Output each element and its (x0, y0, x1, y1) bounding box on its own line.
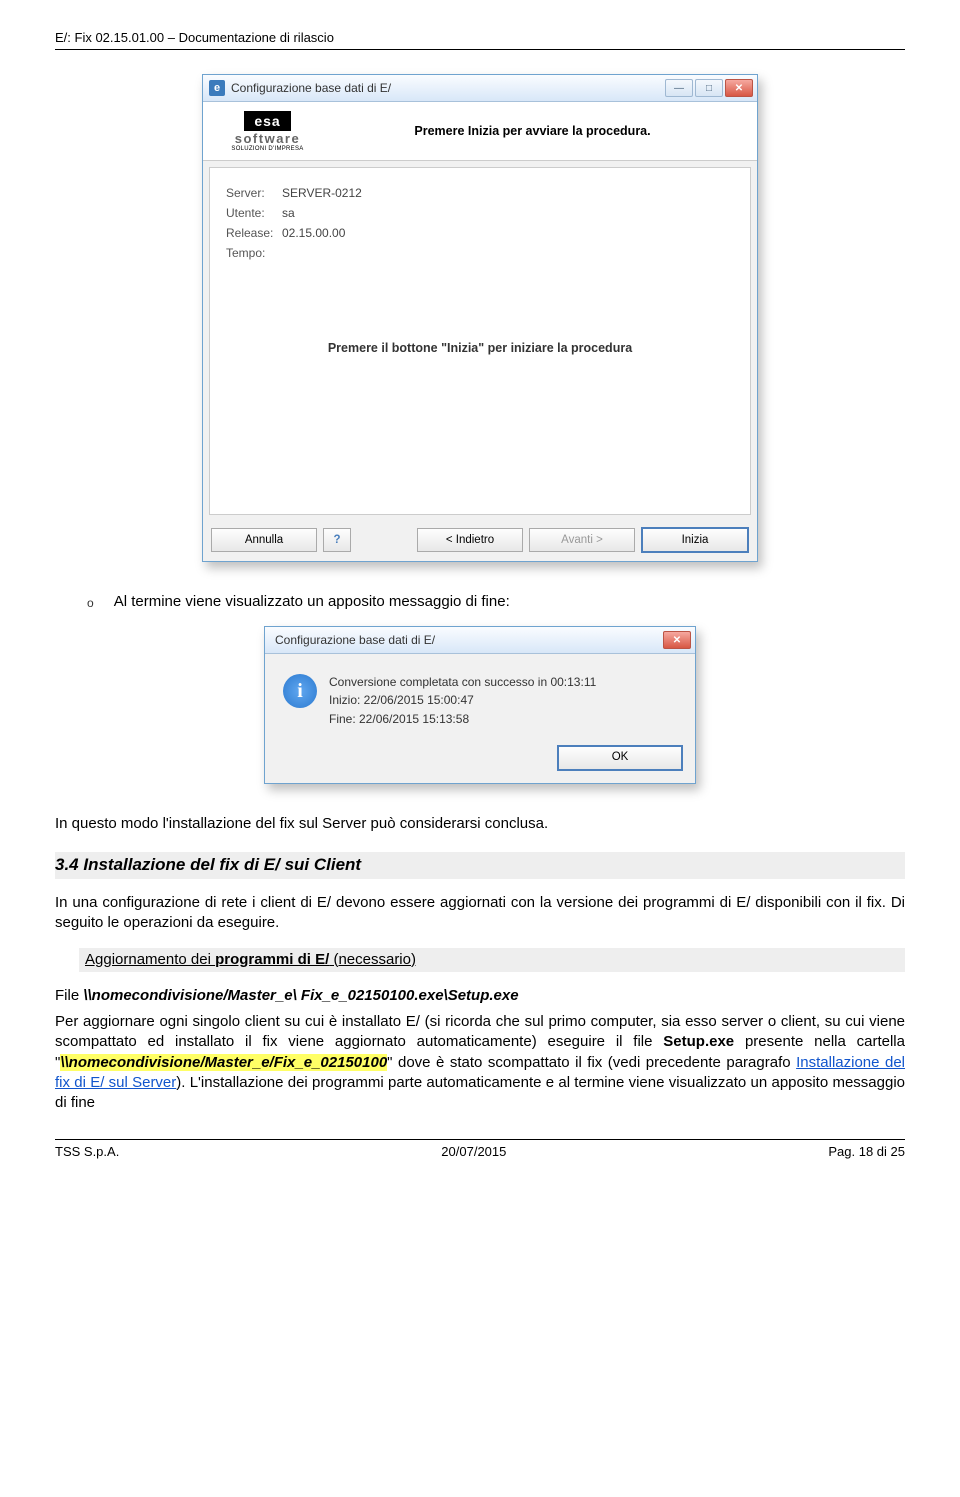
wizard-buttons: Annulla ? < Indietro Avanti > Inizia (203, 521, 757, 561)
section-3-4-title: 3.4 Installazione del fix di E/ sui Clie… (55, 852, 905, 879)
dialog-message: Conversione completata con successo in 0… (329, 674, 596, 729)
user-value: sa (282, 206, 295, 220)
file-path-text: \\nomecondivisione/Master_e\ Fix_e_02150… (83, 987, 518, 1004)
wizard-window: e Configurazione base dati di E/ — □ ✕ e… (202, 74, 758, 562)
logo-brand2: software (235, 131, 300, 146)
maximize-button[interactable]: □ (695, 79, 723, 97)
body-highlight: \\nomecondivisione/Master_e/Fix_e_021501… (60, 1054, 387, 1071)
footer-center: 20/07/2015 (119, 1144, 828, 1159)
user-label: Utente: (226, 206, 282, 220)
page-header: E/: Fix 02.15.01.00 – Documentazione di … (55, 30, 905, 50)
body-d: ). L'installazione dei programmi parte a… (55, 1074, 905, 1111)
server-label: Server: (226, 186, 282, 200)
logo-brand: esa (244, 111, 290, 131)
dialog-title-text: Configurazione base dati di E/ (275, 632, 435, 648)
subsection-aggiornamento: Aggiornamento dei programmi di E/ (neces… (79, 948, 905, 972)
footer-right: Pag. 18 di 25 (828, 1144, 905, 1159)
body-c: " dove è stato scompattato il fix (vedi … (387, 1054, 796, 1071)
paragraph-conclusion: In questo modo l'installazione del fix s… (55, 814, 905, 834)
dialog-figure: Configurazione base dati di E/ ✕ i Conve… (55, 626, 905, 784)
help-button[interactable]: ? (323, 528, 351, 552)
file-path-pre: File (55, 987, 83, 1004)
bullet-marker: o (87, 595, 94, 612)
dialog-line2: Inizio: 22/06/2015 15:00:47 (329, 692, 596, 708)
vendor-logo: esa software SOLUZIONI D'IMPRESA (215, 108, 320, 154)
dialog-close-button[interactable]: ✕ (663, 631, 691, 649)
page-footer: TSS S.p.A. 20/07/2015 Pag. 18 di 25 (55, 1139, 905, 1159)
wizard-figure: e Configurazione base dati di E/ — □ ✕ e… (55, 74, 905, 562)
annulla-button[interactable]: Annulla (211, 528, 317, 552)
file-path-line: File \\nomecondivisione/Master_e\ Fix_e_… (55, 986, 905, 1006)
minimize-button[interactable]: — (665, 79, 693, 97)
bullet-item: o Al termine viene visualizzato un appos… (87, 592, 905, 612)
wizard-header: esa software SOLUZIONI D'IMPRESA Premere… (203, 102, 757, 161)
section-3-4-body: Per aggiornare ogni singolo client su cu… (55, 1012, 905, 1113)
wizard-center-msg: Premere il bottone "Inizia" per iniziare… (210, 341, 750, 355)
wizard-panel: Server:SERVER-0212 Utente:sa Release:02.… (209, 167, 751, 515)
sub-bold: programmi di E/ (215, 951, 329, 968)
section-3-4-p1: In una configurazione di rete i client d… (55, 893, 905, 934)
wizard-titlebar: e Configurazione base dati di E/ — □ ✕ (203, 75, 757, 102)
wizard-title-text: Configurazione base dati di E/ (231, 81, 391, 95)
dialog-line1: Conversione completata con successo in 0… (329, 674, 596, 690)
wizard-header-title: Premere Inizia per avviare la procedura. (320, 124, 745, 138)
release-value: 02.15.00.00 (282, 226, 345, 240)
dialog-titlebar: Configurazione base dati di E/ ✕ (265, 627, 695, 654)
server-value: SERVER-0212 (282, 186, 362, 200)
logo-tagline: SOLUZIONI D'IMPRESA (231, 146, 303, 152)
sub-pre: Aggiornamento dei (85, 951, 215, 968)
dialog-line3: Fine: 22/06/2015 15:13:58 (329, 711, 596, 727)
avanti-button: Avanti > (529, 528, 635, 552)
tempo-label: Tempo: (226, 246, 282, 260)
app-icon: e (209, 80, 225, 96)
ok-button[interactable]: OK (557, 745, 683, 771)
indietro-button[interactable]: < Indietro (417, 528, 523, 552)
body-setup: Setup.exe (663, 1033, 734, 1050)
inizia-button[interactable]: Inizia (641, 527, 749, 553)
dialog-window: Configurazione base dati di E/ ✕ i Conve… (264, 626, 696, 784)
footer-left: TSS S.p.A. (55, 1144, 119, 1159)
release-label: Release: (226, 226, 282, 240)
info-icon: i (283, 674, 317, 708)
close-button[interactable]: ✕ (725, 79, 753, 97)
bullet-text: Al termine viene visualizzato un apposit… (114, 592, 510, 612)
sub-post: (necessario) (329, 951, 416, 968)
